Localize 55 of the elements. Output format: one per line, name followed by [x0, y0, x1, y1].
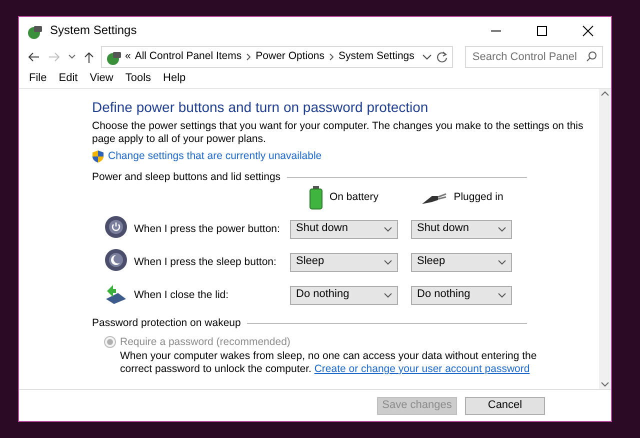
setting-label: When I press the sleep button:	[134, 255, 278, 270]
chevron-right-icon	[246, 53, 252, 61]
chevron-down-icon	[601, 382, 609, 387]
dropdown[interactable]: Sleep	[290, 252, 398, 272]
chevron-down-icon	[498, 260, 506, 265]
column-header: On battery	[329, 191, 379, 205]
menu-item[interactable]: File	[23, 69, 53, 88]
dropdown[interactable]: Shut down	[290, 220, 398, 239]
breadcrumb-item[interactable]: Power Options	[256, 50, 325, 64]
chevron-down-icon	[384, 260, 392, 265]
chevron-down-icon	[384, 292, 392, 298]
setting-label: When I close the lid:	[134, 288, 230, 302]
battery-icon	[309, 186, 324, 210]
app-icon	[106, 50, 121, 64]
option-description: When your computer wakes from sleep, no one can access your data without entering the correct password to unlock the computer. Create or change your user account password	[120, 350, 538, 376]
chevron-right-icon	[328, 53, 335, 61]
section-title: Password protection on wakeup	[92, 317, 241, 330]
breadcrumb-item[interactable]: All Control Panel Items	[134, 50, 242, 64]
description-text: Choose the power settings that you want for your computer. The changes you make to the settings on this page apply to all of your power plans.	[92, 120, 584, 146]
page-heading: Define power buttons and turn on password protection	[92, 99, 430, 116]
dropdown[interactable]: Do nothing	[411, 286, 512, 305]
radio-label: Require a password (recommended)	[120, 336, 290, 349]
search-field[interactable]: Search Control Panel	[465, 46, 604, 68]
close-icon[interactable]	[582, 25, 594, 37]
section-title: Power and sleep buttons and lid settings	[92, 170, 281, 184]
app-icon	[27, 24, 42, 38]
admin-settings-link[interactable]: Change settings that are currently unavailable	[108, 150, 322, 163]
scrollbar[interactable]	[599, 89, 611, 389]
chevron-down-icon	[498, 292, 506, 298]
address-bar[interactable]: « All Control Panel Items Power Options System Settings	[101, 46, 454, 68]
menu-item[interactable]: View	[84, 69, 120, 88]
chevron-up-icon	[601, 91, 609, 96]
window-title: System Settings	[50, 23, 138, 39]
moon-icon	[104, 248, 128, 272]
dropdown[interactable]: Do nothing	[290, 286, 398, 305]
maximize-icon[interactable]	[536, 25, 548, 37]
breadcrumb-overflow[interactable]: «	[125, 50, 131, 64]
setting-label: When I press the power button:	[134, 222, 281, 236]
chevron-down-icon	[384, 226, 392, 232]
menu-item[interactable]: Help	[157, 69, 192, 88]
shield-icon	[92, 150, 104, 163]
power-icon	[104, 215, 128, 239]
menu-item[interactable]: Tools	[119, 69, 158, 88]
menu-item[interactable]: Edit	[52, 69, 84, 88]
chevron-down-icon[interactable]	[422, 52, 432, 62]
column-header: Plugged in	[454, 191, 504, 205]
back-icon[interactable]	[27, 51, 41, 63]
chevron-down-icon	[498, 226, 506, 232]
refresh-icon[interactable]	[436, 51, 448, 63]
dropdown[interactable]: Sleep	[411, 252, 512, 272]
dropdown[interactable]: Shut down	[411, 220, 512, 239]
search-icon	[586, 51, 598, 62]
breadcrumb-item[interactable]: System Settings	[338, 50, 414, 64]
dialog-button[interactable]: Cancel	[465, 396, 545, 414]
up-arrow-icon[interactable]	[83, 51, 95, 63]
